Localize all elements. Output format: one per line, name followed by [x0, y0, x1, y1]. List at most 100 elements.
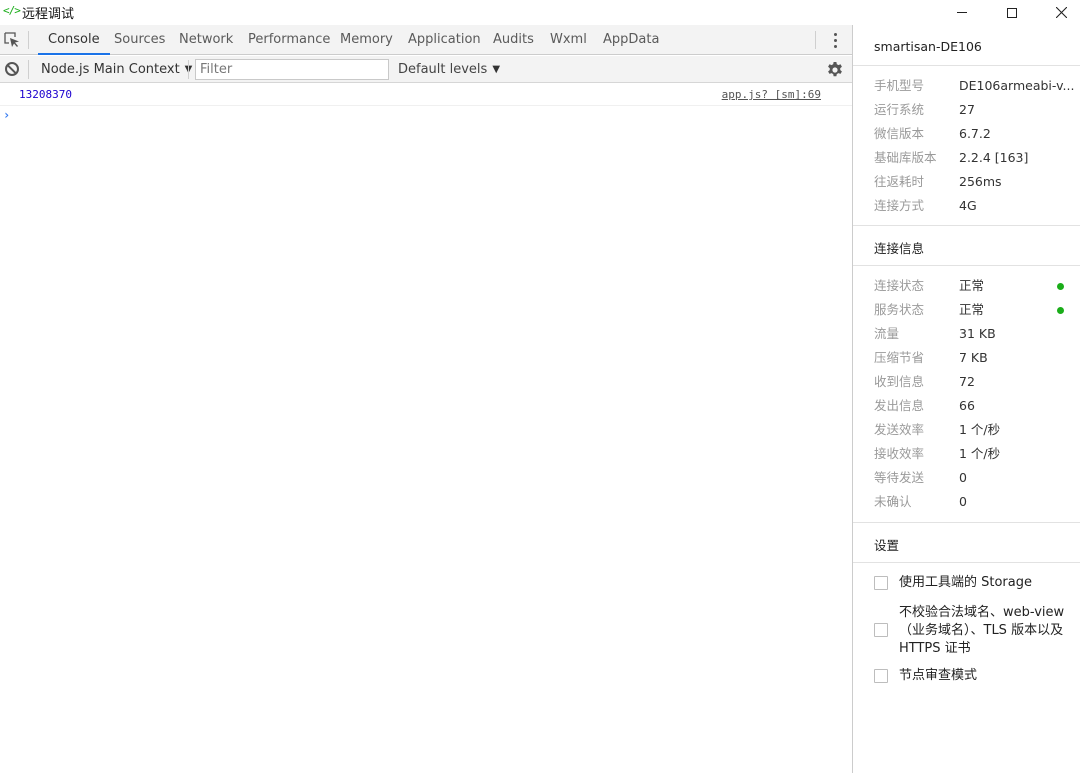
info-key: 手机型号 — [874, 78, 925, 93]
toolbar-separator — [188, 60, 189, 79]
info-value: DE106armeabi-v... — [959, 78, 1075, 93]
more-options-icon[interactable] — [829, 31, 841, 49]
info-value: 31 KB — [959, 326, 996, 341]
info-value: 0 — [959, 470, 967, 485]
info-value: 6.7.2 — [959, 126, 991, 141]
context-select[interactable]: Node.js Main Context▼ — [41, 61, 192, 79]
info-key: 未确认 — [874, 494, 912, 509]
title-bar: </> 远程调试 — [0, 0, 1080, 25]
info-key: 基础库版本 — [874, 150, 937, 165]
info-row: 连接状态 正常 — [853, 274, 1080, 298]
info-row: 运行系统 27 — [853, 98, 1080, 122]
clear-console-icon[interactable] — [5, 62, 19, 76]
connection-section-title: 连接信息 — [874, 241, 925, 256]
close-icon — [1055, 7, 1067, 18]
info-key: 服务状态 — [874, 302, 925, 317]
console-output[interactable]: 13208370 app.js? [sm]:69 › — [0, 84, 852, 773]
toolbar-separator — [28, 60, 29, 79]
info-value: 4G — [959, 198, 977, 213]
info-row: 发出信息 66 — [853, 394, 1080, 418]
setting-storage[interactable]: 使用工具端的 Storage — [874, 574, 1074, 594]
info-key: 等待发送 — [874, 470, 925, 485]
info-row: 发送效率 1 个/秒 — [853, 418, 1080, 442]
info-value: 1 个/秒 — [959, 422, 1001, 437]
tab-audits[interactable]: Audits — [493, 25, 534, 55]
log-source-link[interactable]: app.js? [sm]:69 — [722, 88, 821, 101]
close-button[interactable] — [1038, 0, 1080, 25]
info-key: 接收效率 — [874, 446, 925, 461]
info-key: 运行系统 — [874, 102, 925, 117]
tab-wxml[interactable]: Wxml — [550, 25, 587, 55]
info-value: 27 — [959, 102, 975, 117]
info-row: 接收效率 1 个/秒 — [853, 442, 1080, 466]
setting-label: 不校验合法域名、web-view（业务域名）、TLS 版本以及 HTTPS 证书 — [899, 605, 1065, 656]
maximize-icon — [1007, 7, 1017, 18]
tab-application[interactable]: Application — [408, 25, 481, 55]
status-ok-icon — [1057, 283, 1064, 290]
console-message: 13208370 app.js? [sm]:69 — [0, 84, 852, 106]
maximize-button[interactable] — [989, 0, 1035, 25]
info-key: 连接方式 — [874, 198, 925, 213]
info-row: 流量 31 KB — [853, 322, 1080, 346]
section-divider — [853, 522, 1080, 523]
minimize-icon — [957, 12, 967, 13]
section-divider — [853, 65, 1080, 66]
info-key: 往返耗时 — [874, 174, 925, 189]
filter-input[interactable] — [195, 59, 389, 80]
log-levels-select[interactable]: Default levels ▼ — [398, 61, 500, 79]
gear-icon[interactable] — [826, 61, 844, 79]
info-row: 未确认 0 — [853, 490, 1080, 514]
info-value: 72 — [959, 374, 975, 389]
info-value: 0 — [959, 494, 967, 509]
info-key: 发送效率 — [874, 422, 925, 437]
info-value: 1 个/秒 — [959, 446, 1001, 461]
setting-label: 使用工具端的 Storage — [899, 575, 1032, 590]
info-key: 压缩节省 — [874, 350, 925, 365]
info-row: 连接方式 4G — [853, 194, 1080, 218]
levels-label: Default levels — [398, 62, 488, 77]
window-title: 远程调试 — [22, 7, 75, 22]
setting-skip-domain-check[interactable]: 不校验合法域名、web-view（业务域名）、TLS 版本以及 HTTPS 证书 — [874, 604, 1074, 658]
device-info-sidebar: smartisan-DE106 手机型号 DE106armeabi-v... 运行… — [853, 25, 1080, 773]
context-label: Node.js Main Context — [41, 62, 180, 77]
node-inspect-checkbox[interactable] — [874, 669, 888, 683]
section-divider — [853, 265, 1080, 266]
console-toolbar: Node.js Main Context▼ Default levels ▼ — [0, 56, 852, 83]
info-value: 正常 — [959, 278, 985, 293]
tab-memory[interactable]: Memory — [340, 25, 393, 55]
domain-check-checkbox[interactable] — [874, 623, 888, 637]
info-value: 256ms — [959, 174, 1002, 189]
tab-performance[interactable]: Performance — [248, 25, 330, 55]
console-prompt[interactable]: › — [3, 108, 10, 122]
tab-separator — [28, 31, 29, 49]
info-row: 等待发送 0 — [853, 466, 1080, 490]
tab-console[interactable]: Console — [38, 25, 110, 55]
minimize-button[interactable] — [939, 0, 985, 25]
tab-separator — [815, 31, 816, 49]
devtools-panel: Console Sources Network Performance Memo… — [0, 25, 852, 773]
dropdown-caret-icon: ▼ — [492, 64, 501, 75]
inspect-element-icon[interactable] — [4, 32, 20, 48]
info-value: 正常 — [959, 302, 985, 317]
tab-appdata[interactable]: AppData — [603, 25, 659, 55]
tab-sources[interactable]: Sources — [114, 25, 165, 55]
storage-checkbox[interactable] — [874, 576, 888, 590]
info-value: 2.2.4 [163] — [959, 150, 1029, 165]
info-row: 手机型号 DE106armeabi-v... — [853, 74, 1080, 98]
log-value: 13208370 — [19, 88, 72, 101]
info-row: 收到信息 72 — [853, 370, 1080, 394]
device-name: smartisan-DE106 — [874, 39, 982, 54]
info-key: 流量 — [874, 326, 900, 341]
tab-network[interactable]: Network — [179, 25, 233, 55]
info-row: 微信版本 6.7.2 — [853, 122, 1080, 146]
setting-node-inspect[interactable]: 节点审查模式 — [874, 667, 1074, 687]
section-divider — [853, 562, 1080, 563]
status-ok-icon — [1057, 307, 1064, 314]
info-row: 压缩节省 7 KB — [853, 346, 1080, 370]
info-key: 收到信息 — [874, 374, 925, 389]
settings-section-title: 设置 — [874, 538, 900, 553]
info-key: 微信版本 — [874, 126, 925, 141]
info-row: 往返耗时 256ms — [853, 170, 1080, 194]
code-icon: </> — [3, 4, 21, 17]
info-row: 基础库版本 2.2.4 [163] — [853, 146, 1080, 170]
